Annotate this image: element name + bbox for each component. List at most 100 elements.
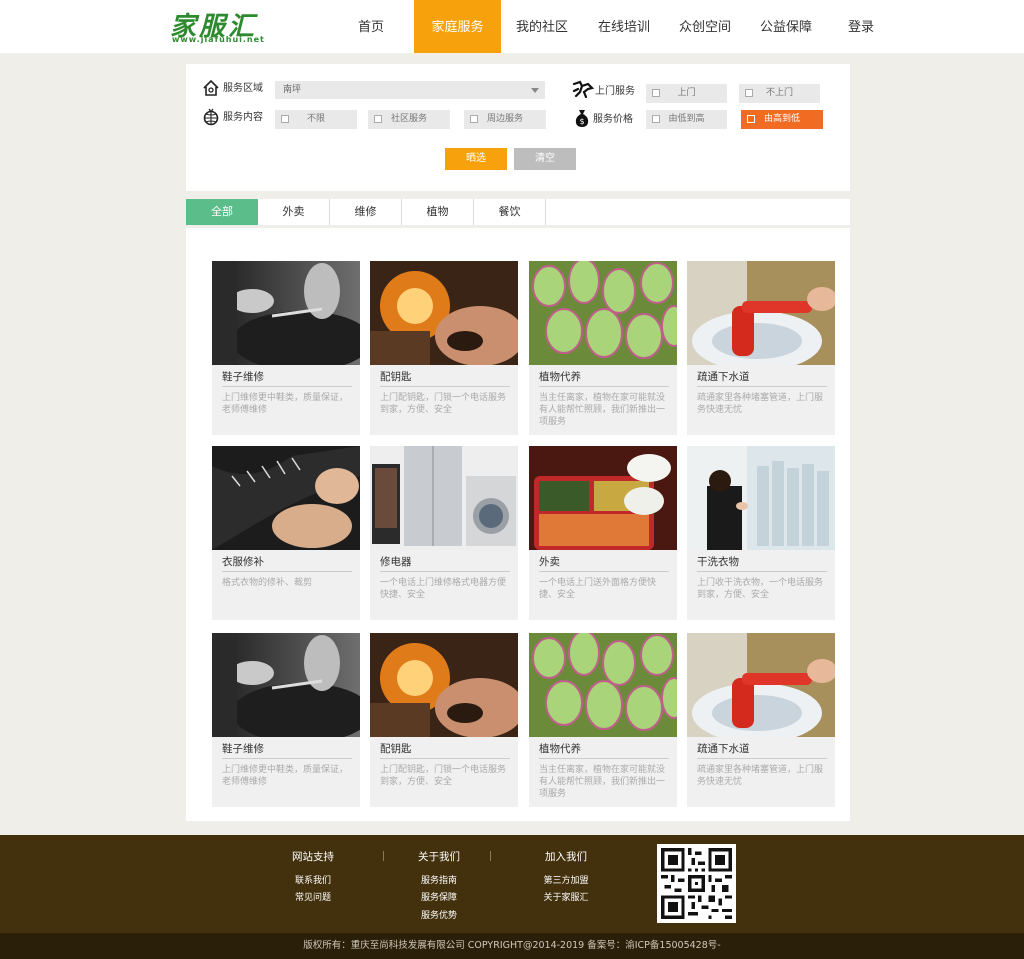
service-grid: 鞋子维修 上门维修更中鞋类，质量保证，老师傅维修 配钥匙 上门配钥匙，门锁一个电话服务… bbox=[186, 228, 850, 821]
chevron-down-icon bbox=[531, 88, 539, 93]
nav-space[interactable]: 众创空间 bbox=[664, 0, 746, 53]
service-photo[interactable] bbox=[370, 633, 518, 737]
footer-link-guarantee[interactable]: 服务保障 bbox=[394, 890, 484, 903]
footer-link-advantage[interactable]: 服务优势 bbox=[394, 908, 484, 921]
site-logo[interactable]: 家服汇 www.jiafuhui.net bbox=[170, 6, 264, 46]
price-option-desc[interactable]: 由高到低 bbox=[741, 110, 823, 129]
service-description: 当主任离家，植物在家可能就没有人能帮忙照顾，我们新推出一项服务 bbox=[539, 765, 666, 799]
tab-plants[interactable]: 植物 bbox=[402, 199, 474, 225]
svg-text:$: $ bbox=[579, 117, 584, 126]
footer-heading: 关于我们 bbox=[418, 851, 460, 863]
footer-divider bbox=[490, 851, 491, 861]
footer-link-guide[interactable]: 服务指南 bbox=[394, 873, 484, 886]
service-description: 上门配钥匙，门锁一个电话服务到家，方便、安全 bbox=[380, 765, 507, 787]
option-label: 周边服务 bbox=[486, 114, 523, 124]
tab-repair[interactable]: 维修 bbox=[330, 199, 402, 225]
service-card[interactable]: 修电器一个电话上门维修格式电器方便快捷、安全 bbox=[370, 446, 518, 620]
service-description: 疏通家里各种堵塞管道，上门服务快速无忧 bbox=[697, 765, 824, 787]
service-photo[interactable] bbox=[212, 261, 360, 365]
service-photo[interactable] bbox=[529, 446, 677, 550]
qr-code-icon bbox=[661, 848, 732, 919]
service-title[interactable]: 修电器 bbox=[380, 555, 510, 572]
nav-home[interactable]: 首页 bbox=[330, 0, 412, 53]
service-card[interactable]: 植物代养当主任离家，植物在家可能就没有人能帮忙照顾，我们新推出一项服务 bbox=[529, 261, 677, 435]
footer-heading: 加入我们 bbox=[545, 851, 587, 863]
service-description: 上门收干洗衣物，一个电话服务到家，方便、安全 bbox=[697, 578, 824, 600]
nav-login[interactable]: 登录 bbox=[827, 0, 895, 53]
home-option-no[interactable]: 不上门 bbox=[739, 84, 820, 103]
footer-link-faq[interactable]: 常见问题 bbox=[268, 890, 358, 903]
service-photo[interactable] bbox=[687, 261, 835, 365]
option-label: 社区服务 bbox=[390, 114, 427, 124]
service-title[interactable]: 配钥匙 bbox=[380, 370, 510, 387]
service-card[interactable]: 衣服修补 格式衣物的修补、裁剪 bbox=[212, 446, 360, 620]
content-option-any[interactable]: 不限 bbox=[275, 110, 357, 129]
content-label: 服务内容 bbox=[223, 112, 263, 123]
service-description: 当主任离家，植物在家可能就没有人能帮忙照顾，我们新推出一项服务 bbox=[539, 393, 666, 427]
service-title[interactable]: 衣服修补 bbox=[222, 555, 352, 572]
service-photo[interactable] bbox=[212, 446, 360, 550]
service-card[interactable]: 疏通下水道疏通家里各种堵塞管道，上门服务快速无忧 bbox=[687, 633, 835, 807]
service-card[interactable]: 配钥匙上门配钥匙，门锁一个电话服务到家，方便、安全 bbox=[370, 633, 518, 807]
service-description: 一个电话上门送外面格方便快捷、安全 bbox=[539, 578, 657, 600]
service-title[interactable]: 疏通下水道 bbox=[697, 742, 827, 759]
service-title[interactable]: 疏通下水道 bbox=[697, 370, 827, 387]
nav-welfare[interactable]: 公益保障 bbox=[745, 0, 827, 53]
option-label: 由低到高 bbox=[668, 114, 705, 124]
option-label: 不上门 bbox=[765, 88, 793, 98]
service-card[interactable]: 植物代养当主任离家，植物在家可能就没有人能帮忙照顾，我们新推出一项服务 bbox=[529, 633, 677, 807]
area-label: 服务区域 bbox=[223, 83, 263, 94]
service-title[interactable]: 植物代养 bbox=[539, 370, 669, 387]
price-option-asc[interactable]: 由低到高 bbox=[646, 110, 727, 129]
service-card[interactable]: 疏通下水道 疏通家里各种堵塞管道，上门服务快速无忧 bbox=[687, 261, 835, 435]
service-photo[interactable] bbox=[529, 261, 677, 365]
globe-icon bbox=[203, 108, 219, 126]
footer-link-about-site[interactable]: 关于家服汇 bbox=[521, 890, 611, 903]
category-tabs: 全部 外卖 维修 植物 餐饮 bbox=[186, 199, 850, 226]
area-select-value: 南坪 bbox=[283, 85, 302, 95]
filter-button[interactable]: 晒选 bbox=[445, 148, 507, 170]
option-label: 由高到低 bbox=[763, 114, 800, 124]
service-photo[interactable] bbox=[687, 633, 835, 737]
service-title[interactable]: 配钥匙 bbox=[380, 742, 510, 759]
service-photo[interactable] bbox=[529, 633, 677, 737]
home-option-yes[interactable]: 上门 bbox=[646, 84, 727, 103]
home-service-label: 上门服务 bbox=[595, 86, 635, 97]
price-label: 服务价格 bbox=[593, 114, 633, 125]
nav-training[interactable]: 在线培训 bbox=[583, 0, 665, 53]
service-photo[interactable] bbox=[370, 261, 518, 365]
service-photo[interactable] bbox=[687, 446, 835, 550]
tab-dining[interactable]: 餐饮 bbox=[474, 199, 546, 225]
copyright: 版权所有：重庆至尚科技发展有限公司 COPYRIGHT@2014-2019 备案… bbox=[0, 933, 1024, 959]
tab-all[interactable]: 全部 bbox=[186, 199, 258, 225]
clear-button[interactable]: 清空 bbox=[514, 148, 576, 170]
service-card[interactable]: 干洗衣物上门收干洗衣物，一个电话服务到家，方便、安全 bbox=[687, 446, 835, 620]
option-label: 上门 bbox=[677, 88, 696, 98]
service-card[interactable]: 配钥匙 上门配钥匙，门锁一个电话服务到家，方便、安全 bbox=[370, 261, 518, 435]
service-card[interactable]: 鞋子维修 上门维修更中鞋类，质量保证，老师傅维修 bbox=[212, 261, 360, 435]
service-description: 上门维修更中鞋类，质量保证，老师傅维修 bbox=[222, 765, 349, 787]
tab-takeout[interactable]: 外卖 bbox=[258, 199, 330, 225]
service-title[interactable]: 干洗衣物 bbox=[697, 555, 827, 572]
nav-community[interactable]: 我的社区 bbox=[501, 0, 583, 53]
area-select[interactable]: 南坪 bbox=[275, 81, 545, 99]
nav-home-service[interactable]: 家庭服务 bbox=[414, 0, 501, 53]
service-photo[interactable] bbox=[370, 446, 518, 550]
money-bag-icon: $ bbox=[575, 110, 589, 127]
service-title[interactable]: 鞋子维修 bbox=[222, 742, 352, 759]
option-label: 不限 bbox=[306, 114, 325, 124]
service-title[interactable]: 植物代养 bbox=[539, 742, 669, 759]
site-footer: 网站支持 联系我们 常见问题 关于我们 服务指南 服务保障 服务优势 加入我们 … bbox=[0, 835, 1024, 933]
service-description: 一个电话上门维修格式电器方便快捷、安全 bbox=[380, 578, 507, 600]
logo-url: www.jiafuhui.net bbox=[172, 35, 265, 44]
footer-link-franchise[interactable]: 第三方加盟 bbox=[521, 873, 611, 886]
footer-link-contact[interactable]: 联系我们 bbox=[268, 873, 358, 886]
service-title[interactable]: 鞋子维修 bbox=[222, 370, 352, 387]
service-photo[interactable] bbox=[212, 633, 360, 737]
service-card[interactable]: 鞋子维修上门维修更中鞋类，质量保证，老师傅维修 bbox=[212, 633, 360, 807]
footer-divider bbox=[383, 851, 384, 861]
service-card[interactable]: 外卖一个电话上门送外面格方便快捷、安全 bbox=[529, 446, 677, 620]
content-option-nearby[interactable]: 周边服务 bbox=[464, 110, 546, 129]
service-title[interactable]: 外卖 bbox=[539, 555, 669, 572]
content-option-community[interactable]: 社区服务 bbox=[368, 110, 450, 129]
